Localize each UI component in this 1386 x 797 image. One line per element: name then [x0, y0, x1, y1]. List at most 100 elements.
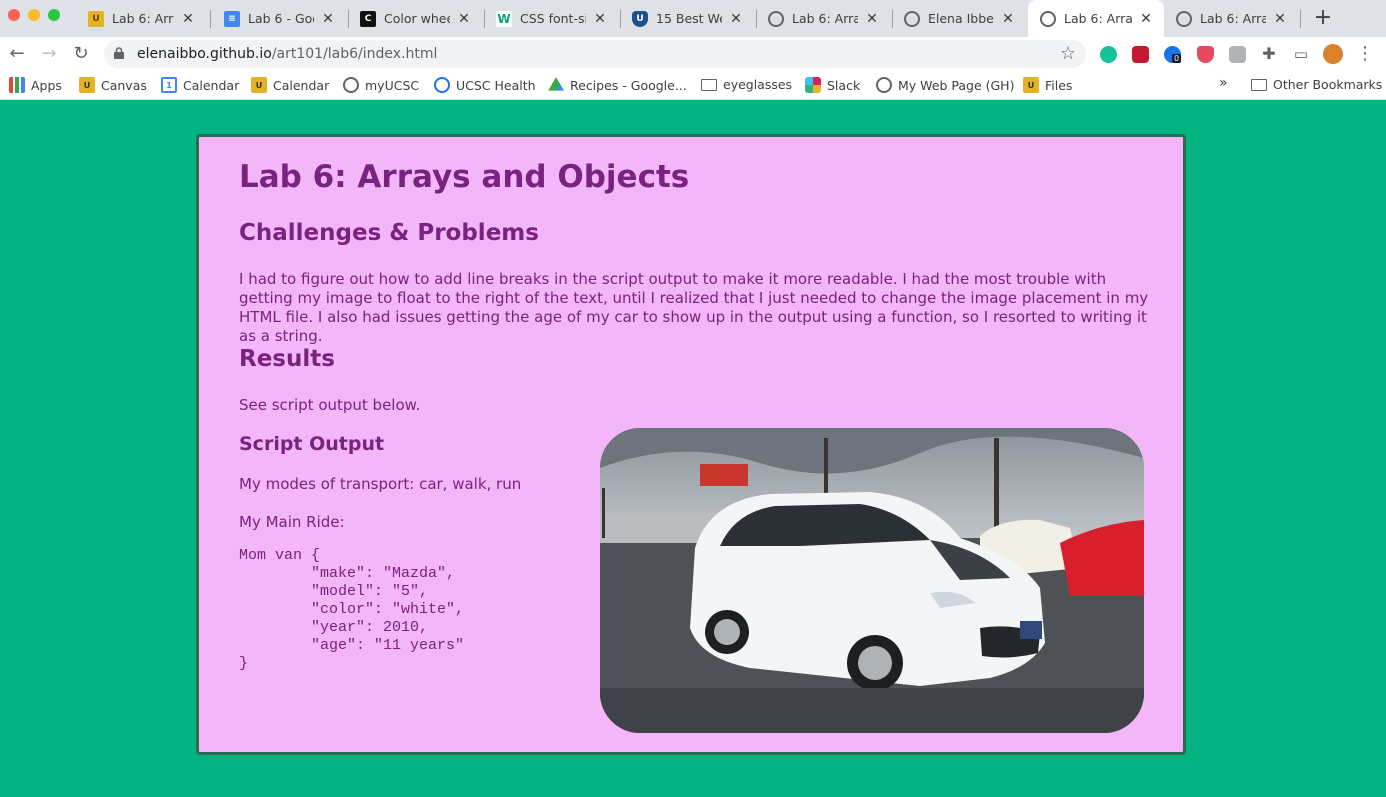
reload-icon[interactable]: ↻: [69, 42, 93, 66]
forward-arrow-icon[interactable]: →: [37, 42, 61, 66]
ucsc-icon: U: [79, 77, 95, 93]
tab-divider: [210, 10, 211, 28]
browser-tab[interactable]: C Color wheel, ✕: [348, 0, 482, 37]
bookmark-myucsc[interactable]: myUCSC: [343, 77, 419, 93]
avatar[interactable]: [1323, 44, 1343, 64]
slack-icon: [805, 77, 821, 93]
tab-title: Lab 6: Arrays: [1064, 11, 1132, 26]
bookmark-star-icon[interactable]: ☆: [1060, 43, 1076, 64]
bookmark-slack[interactable]: Slack: [805, 77, 860, 93]
globe-icon: [1040, 10, 1056, 27]
close-tab-icon[interactable]: ✕: [1272, 11, 1288, 27]
bookmark-ucsc-health[interactable]: UCSC Health: [434, 77, 536, 93]
bookmark-apps[interactable]: Apps: [9, 77, 62, 93]
browser-tab[interactable]: U 15 Best Web ✕: [620, 0, 754, 37]
browser-tab[interactable]: W CSS font-siz ✕: [484, 0, 618, 37]
globe-icon: [434, 77, 450, 93]
bookmark-label: Canvas: [101, 77, 147, 93]
content-card: Lab 6: Arrays and Objects Challenges & P…: [196, 134, 1186, 755]
tab-title: Color wheel,: [384, 11, 450, 26]
extension-red-icon[interactable]: [1132, 46, 1149, 63]
google-calendar-icon: 1: [161, 77, 177, 93]
ucsc-icon: U: [1023, 77, 1039, 93]
bookmark-label: Slack: [827, 77, 861, 93]
tab-title: Elena Ibbets: [928, 11, 994, 26]
extension-shield-icon[interactable]: [1197, 46, 1214, 63]
close-tab-icon[interactable]: ✕: [320, 11, 336, 27]
bookmark-label: Files: [1045, 77, 1073, 93]
close-tab-icon[interactable]: ✕: [1000, 11, 1016, 27]
bookmarks-bar: Apps U Canvas 1 Calendar U Calendar myUC…: [0, 71, 1386, 100]
browser-tab[interactable]: Elena Ibbets ✕: [892, 0, 1026, 37]
close-window-button[interactable]: [8, 9, 20, 21]
bookmark-label: UCSC Health: [456, 77, 536, 93]
cast-icon[interactable]: ▭: [1289, 42, 1313, 66]
back-arrow-icon[interactable]: ←: [5, 42, 29, 66]
active-browser-tab[interactable]: Lab 6: Arrays ✕: [1028, 0, 1164, 37]
browser-tab[interactable]: U Lab 6: Arrays ✕: [76, 0, 206, 37]
tab-title: Lab 6: Arrays: [112, 11, 174, 26]
bookmark-files[interactable]: U Files: [1023, 77, 1072, 93]
extension-gray-icon[interactable]: [1229, 46, 1246, 63]
url-host: elenaibbo.github.io: [137, 46, 272, 62]
results-heading: Results: [239, 346, 335, 372]
bookmark-label: myUCSC: [365, 77, 420, 93]
car-photo: [600, 428, 1144, 733]
extension-badge: 0: [1172, 54, 1182, 63]
more-menu-icon[interactable]: ⋮: [1353, 42, 1377, 66]
bookmark-recipes[interactable]: Recipes - Google...: [548, 77, 687, 93]
other-bookmarks[interactable]: Other Bookmarks: [1251, 77, 1382, 92]
lock-icon: [114, 47, 124, 59]
close-tab-icon[interactable]: ✕: [592, 11, 608, 27]
bookmark-folder-eyeglasses[interactable]: eyeglasses: [701, 77, 792, 92]
extension-blue-icon[interactable]: 0: [1164, 46, 1182, 63]
bookmark-label: My Web Page (GH): [898, 77, 1015, 93]
tab-title: Lab 6: Arrays: [792, 11, 858, 26]
grammarly-icon[interactable]: [1100, 46, 1117, 63]
ucsc-icon: U: [88, 10, 104, 27]
new-tab-button[interactable]: +: [1310, 6, 1336, 32]
minimize-window-button[interactable]: [28, 9, 40, 21]
results-paragraph: See script output below.: [239, 396, 421, 414]
url-text: elenaibbo.github.io/art101/lab6/index.ht…: [137, 46, 437, 62]
globe-icon: [876, 77, 892, 93]
tab-divider: [1300, 10, 1301, 28]
close-tab-icon[interactable]: ✕: [1138, 11, 1154, 27]
address-bar[interactable]: elenaibbo.github.io/art101/lab6/index.ht…: [104, 40, 1086, 68]
challenges-paragraph: I had to figure out how to add line brea…: [239, 270, 1149, 345]
close-tab-icon[interactable]: ✕: [180, 11, 196, 27]
script-output-heading: Script Output: [239, 433, 385, 455]
w3schools-icon: W: [496, 10, 512, 27]
close-tab-icon[interactable]: ✕: [864, 11, 880, 27]
globe-icon: [768, 10, 784, 27]
google-drive-icon: [548, 77, 564, 91]
browser-toolbar: ← → ↻ elenaibbo.github.io/art101/lab6/in…: [0, 37, 1386, 71]
globe-icon: [1176, 10, 1192, 27]
challenges-heading: Challenges & Problems: [239, 220, 539, 246]
close-tab-icon[interactable]: ✕: [456, 11, 472, 27]
bookmark-label: Other Bookmarks: [1273, 77, 1383, 92]
tab-title: 15 Best Web: [656, 11, 722, 26]
maximize-window-button[interactable]: [48, 9, 60, 21]
bookmark-my-web-page[interactable]: My Web Page (GH): [876, 77, 1014, 93]
google-docs-icon: ≡: [224, 10, 240, 27]
bookmark-canvas[interactable]: U Canvas: [79, 77, 147, 93]
shield-icon: U: [632, 10, 648, 27]
browser-tab[interactable]: Lab 6: Arrays ✕: [1164, 0, 1298, 37]
close-tab-icon[interactable]: ✕: [728, 11, 744, 27]
apps-grid-icon: [9, 77, 25, 93]
ucsc-icon: U: [251, 77, 267, 93]
puzzle-extensions-icon[interactable]: ✚: [1257, 42, 1281, 66]
car-object-output: Mom van { "make": "Mazda", "model": "5",…: [239, 547, 465, 672]
white-minivan-image: [600, 428, 1144, 733]
bookmark-label: eyeglasses: [723, 77, 793, 92]
bookmark-label: Apps: [31, 77, 62, 93]
browser-tab[interactable]: ≡ Lab 6 - Goog ✕: [212, 0, 346, 37]
bookmark-calendar-ucsc[interactable]: U Calendar: [251, 77, 329, 93]
bookmark-calendar-google[interactable]: 1 Calendar: [161, 77, 239, 93]
bookmark-label: Recipes - Google...: [570, 77, 687, 93]
canva-icon: C: [360, 10, 376, 27]
folder-icon: [1251, 78, 1267, 91]
bookmarks-overflow-button[interactable]: »: [1219, 75, 1228, 91]
browser-tab[interactable]: Lab 6: Arrays ✕: [756, 0, 890, 37]
